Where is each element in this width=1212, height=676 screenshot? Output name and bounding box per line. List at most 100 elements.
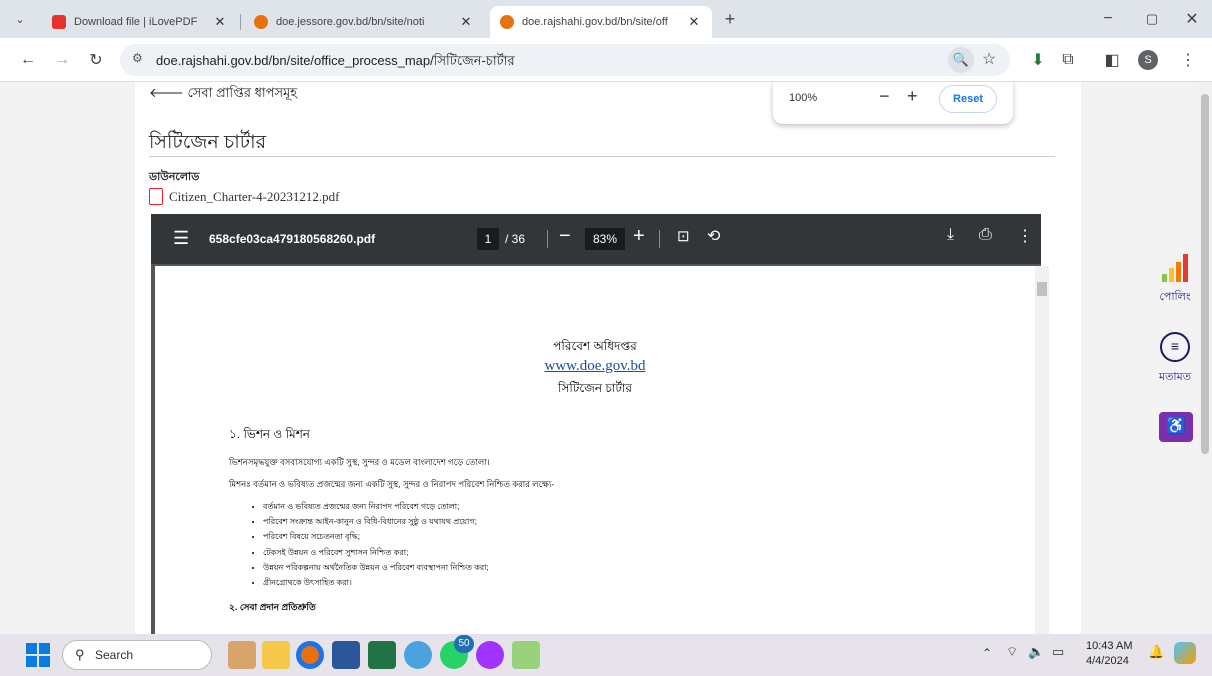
new-tab-icon[interactable]: +	[716, 5, 744, 33]
tray-chevron-icon[interactable]: ⌃	[982, 646, 992, 660]
bookmark-star-icon[interactable]: ☆	[982, 49, 996, 69]
excel-icon[interactable]	[368, 641, 396, 669]
extensions-icon[interactable]: ⧉	[1054, 46, 1082, 74]
download-icon[interactable]: ⬇	[1024, 46, 1052, 74]
clock-date[interactable]: 4/4/2024	[1086, 655, 1129, 667]
tab-doe-jessore[interactable]: doe.jessore.gov.bd/bn/site/noti ✕	[244, 6, 484, 38]
pdf-toolbar: ☰ 658cfe03ca479180568260.pdf 1 / 36 − 83…	[151, 214, 1041, 264]
file-explorer-icon[interactable]	[262, 641, 290, 669]
tab-title: doe.rajshahi.gov.bd/bn/site/off	[522, 16, 668, 28]
main-content: 🡐 সেবা প্রাপ্তির ধাপসমূহ সিটিজেন চার্টার…	[135, 82, 1081, 634]
wifi-icon[interactable]: ⌔	[1006, 644, 1018, 660]
chrome-icon[interactable]	[296, 641, 324, 669]
toolbar-divider	[659, 230, 660, 248]
profile-avatar[interactable]: S	[1134, 46, 1162, 74]
zoom-in-button[interactable]: +	[907, 86, 918, 107]
fit-page-icon[interactable]: ⊡	[677, 227, 690, 245]
whatsapp-icon[interactable]: 50	[440, 635, 474, 669]
page-number-input[interactable]: 1	[477, 228, 499, 250]
list-item: গ্রীনগ্রোথকে উৎসাহিত করা।	[263, 575, 489, 590]
tab-doe-rajshahi[interactable]: doe.rajshahi.gov.bd/bn/site/off ✕	[490, 6, 712, 38]
accessibility-button[interactable]: ♿	[1159, 412, 1193, 442]
zoom-icon[interactable]: 🔍	[948, 47, 974, 73]
zoom-value: 100%	[789, 92, 818, 104]
close-tab-icon[interactable]: ✕	[458, 14, 474, 30]
site-info-icon[interactable]: ⚙	[132, 51, 143, 65]
tab-search-icon[interactable]: ⌄	[6, 5, 34, 33]
list-item: উন্নয়ন পরিকল্পনায় অর্থনৈতিক উন্নয়ন ও …	[263, 560, 489, 575]
forward-icon[interactable]: →	[48, 46, 76, 74]
accessibility-icon: ♿	[1166, 418, 1186, 435]
title-divider	[149, 156, 1055, 157]
pdf-file-name: Citizen_Charter-4-20231212.pdf	[169, 188, 340, 204]
back-icon[interactable]: ←	[14, 46, 42, 74]
restore-icon[interactable]: ▢	[1138, 5, 1166, 33]
list-item: বর্তমান ও ভবিষ্যত প্রজন্মের জন্য নিরাপদ …	[263, 499, 489, 514]
scrollbar-thumb[interactable]	[1037, 282, 1047, 296]
back-link-label: সেবা প্রাপ্তির ধাপসমূহ	[187, 85, 298, 100]
menu-kebab-icon[interactable]: ⋮	[1174, 46, 1202, 74]
windows-start-icon[interactable]	[24, 641, 52, 669]
browser-tab-strip: ⌄ Download file | iLovePDF ✕ doe.jessore…	[0, 0, 1212, 38]
poll-widget[interactable]: পোলিং	[1148, 254, 1202, 307]
tab-title: Download file | iLovePDF	[74, 16, 198, 28]
tab-divider	[240, 14, 241, 30]
pdf-download-icon[interactable]: ⤓	[947, 226, 954, 244]
page-total: / 36	[505, 232, 526, 246]
browser-toolbar: ← → ↻ ⚙ doe.rajshahi.gov.bd/bn/site/offi…	[0, 38, 1212, 82]
pdf-print-icon[interactable]: ⎙	[979, 226, 992, 244]
copilot-icon[interactable]	[1174, 642, 1196, 664]
bar-chart-icon	[1162, 254, 1188, 282]
taskbar-search-placeholder: Search	[95, 648, 134, 662]
site-favicon-icon	[254, 15, 268, 29]
search-icon: ⚲	[75, 647, 85, 662]
pdf-zoom-out-icon[interactable]: −	[559, 225, 571, 248]
minimize-icon[interactable]: −	[1094, 5, 1122, 33]
feedback-widget[interactable]: ≡ মতামত	[1148, 332, 1202, 387]
reload-icon[interactable]: ↻	[82, 46, 110, 74]
notification-badge: 50	[454, 635, 474, 653]
clock-time[interactable]: 10:43 AM	[1086, 640, 1132, 652]
close-window-icon[interactable]: ✕	[1178, 5, 1206, 33]
pdf-file-link[interactable]: Citizen_Charter-4-20231212.pdf	[149, 188, 340, 205]
rotate-icon[interactable]: ⟲	[707, 226, 720, 246]
messenger-icon[interactable]	[476, 641, 504, 669]
sidepanel-icon[interactable]: ◧	[1098, 46, 1126, 74]
address-bar[interactable]: ⚙ doe.rajshahi.gov.bd/bn/site/office_pro…	[120, 44, 1010, 76]
back-link[interactable]: 🡐 সেবা প্রাপ্তির ধাপসমূহ	[149, 84, 297, 105]
arrow-left-icon: 🡐	[149, 85, 188, 100]
volume-icon[interactable]: 🔈	[1028, 644, 1044, 660]
app-icon[interactable]	[404, 641, 432, 669]
doc-mission-text: মিশনঃ বর্তমান ও ভবিষ্যত প্রজন্মের জন্য এ…	[229, 479, 555, 489]
zoom-popup: 100% − + Reset	[773, 82, 1013, 124]
zoom-out-button[interactable]: −	[879, 86, 890, 107]
tab-title: doe.jessore.gov.bd/bn/site/noti	[276, 16, 425, 28]
zoom-reset-button[interactable]: Reset	[939, 85, 997, 113]
windows-taskbar: ⚲ Search 50 ⌃ ⌔ 🔈 ▭ 10:43 AM 4/4/2024 🔔	[0, 634, 1212, 676]
list-item: পরিবেশ বিষয়ে সচেতনতা বৃদ্ধি;	[263, 529, 489, 544]
page-scrollbar[interactable]	[1198, 82, 1212, 634]
pdf-scrollbar[interactable]	[1035, 266, 1049, 634]
pdf-file-icon	[149, 188, 163, 205]
doc-vision-text: ভিশনসমৃদ্ধযুক্ত বসবাসযোগ্য একটি সুস্থ, স…	[229, 457, 490, 467]
pdf-page: পরিবেশ অধিদপ্তর www.doe.gov.bd সিটিজেন চ…	[155, 266, 1035, 634]
list-item: টেকসই উন্নয়ন ও পরিবেশ সুশাসন নিশ্চিত কর…	[263, 545, 489, 560]
scrollbar-thumb[interactable]	[1201, 94, 1209, 454]
doc-website-link[interactable]: www.doe.gov.bd	[155, 358, 1035, 375]
poll-label: পোলিং	[1159, 291, 1191, 303]
pdf-zoom-in-icon[interactable]: +	[633, 225, 645, 248]
pdf-more-icon[interactable]: ⋮	[1017, 226, 1033, 246]
pdf-menu-icon[interactable]: ☰	[173, 228, 189, 249]
tab-ilovepdf[interactable]: Download file | iLovePDF ✕	[42, 6, 238, 38]
word-icon[interactable]	[332, 641, 360, 669]
left-decorative-pattern	[0, 82, 135, 634]
widgets-icon[interactable]	[228, 641, 256, 669]
battery-icon[interactable]: ▭	[1052, 644, 1064, 660]
taskbar-search-box[interactable]: ⚲ Search	[62, 640, 212, 670]
notification-bell-icon[interactable]: 🔔	[1148, 644, 1164, 660]
notepad-icon[interactable]	[512, 641, 540, 669]
pdf-zoom-input[interactable]: 83%	[585, 228, 625, 250]
close-tab-icon[interactable]: ✕	[212, 14, 228, 30]
web-page: 🡐 সেবা প্রাপ্তির ধাপসমূহ সিটিজেন চার্টার…	[0, 82, 1212, 634]
close-tab-icon[interactable]: ✕	[686, 14, 702, 30]
